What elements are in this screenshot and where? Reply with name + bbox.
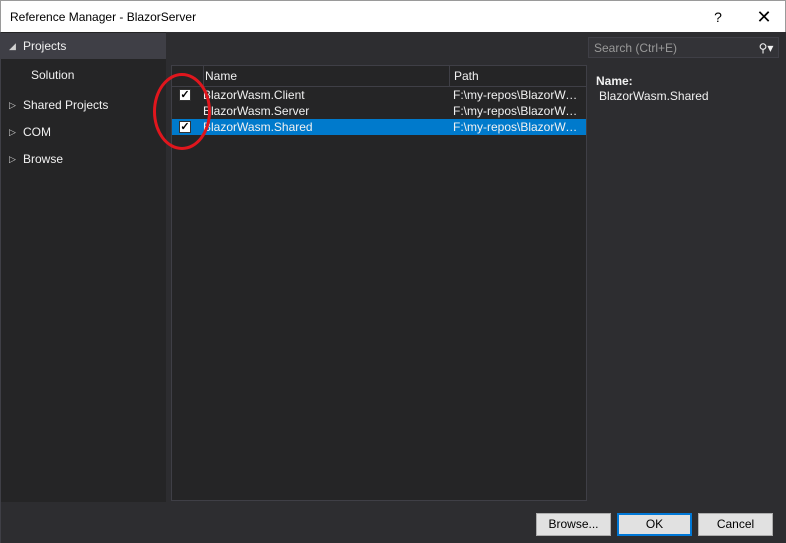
reference-checkbox[interactable]: ✓ (179, 121, 191, 133)
expanded-arrow-icon[interactable]: ◢ (9, 33, 16, 59)
search-input[interactable]: Search (Ctrl+E) (594, 41, 677, 55)
nav-item-label: Shared Projects (23, 98, 109, 112)
reference-checkbox[interactable]: ✓ (179, 89, 191, 101)
help-button[interactable]: ? (706, 7, 730, 27)
title-bar: Reference Manager - BlazorServer ? ✕ (0, 0, 786, 32)
nav-item-solution[interactable]: Solution (1, 62, 166, 88)
collapsed-arrow-icon[interactable]: ▷ (9, 92, 16, 118)
project-list: Name Path ✓ BlazorWasm.Client F:\my-repo… (171, 65, 587, 501)
nav-item-label: Browse (23, 152, 64, 166)
list-header: Name Path (172, 66, 586, 87)
cancel-button[interactable]: Cancel (698, 513, 773, 536)
ok-button[interactable]: OK (617, 513, 692, 536)
details-name-value: BlazorWasm.Shared (599, 89, 709, 103)
collapsed-arrow-icon[interactable]: ▷ (9, 119, 16, 145)
list-row-selected[interactable]: ✓ BlazorWasm.Shared F:\my-repos\BlazorWa… (172, 119, 586, 135)
nav-item-com[interactable]: ▷ COM (1, 119, 166, 145)
project-path: F:\my-repos\BlazorWasm\Server (453, 104, 583, 118)
list-row[interactable]: BlazorWasm.Server F:\my-repos\BlazorWasm… (172, 103, 586, 119)
nav-item-label: Projects (23, 39, 67, 53)
column-header-name[interactable]: Name (203, 66, 449, 87)
list-row[interactable]: ✓ BlazorWasm.Client F:\my-repos\BlazorWa… (172, 87, 586, 103)
category-nav: ◢ Projects Solution ▷ Shared Projects ▷ … (1, 32, 166, 502)
search-icon[interactable]: ⚲▾ (753, 39, 779, 57)
project-name: BlazorWasm.Shared (203, 120, 313, 134)
search-box[interactable]: Search (Ctrl+E) ⚲▾ (588, 37, 779, 58)
project-path: F:\my-repos\BlazorWasm\Shared (453, 120, 583, 134)
close-button[interactable]: ✕ (749, 5, 779, 29)
browse-button[interactable]: Browse... (536, 513, 611, 536)
nav-item-label: COM (23, 125, 51, 139)
nav-item-browse[interactable]: ▷ Browse (1, 146, 166, 172)
nav-item-shared-projects[interactable]: ▷ Shared Projects (1, 92, 166, 118)
collapsed-arrow-icon[interactable]: ▷ (9, 146, 16, 172)
column-header-path[interactable]: Path (449, 66, 586, 87)
details-name-label: Name: (596, 74, 633, 88)
window-title: Reference Manager - BlazorServer (10, 10, 197, 24)
project-path: F:\my-repos\BlazorWasm\Client (453, 88, 583, 102)
project-name: BlazorWasm.Server (203, 104, 310, 118)
nav-item-projects[interactable]: ◢ Projects (1, 33, 166, 59)
project-name: BlazorWasm.Client (203, 88, 305, 102)
nav-item-label: Solution (31, 68, 75, 82)
